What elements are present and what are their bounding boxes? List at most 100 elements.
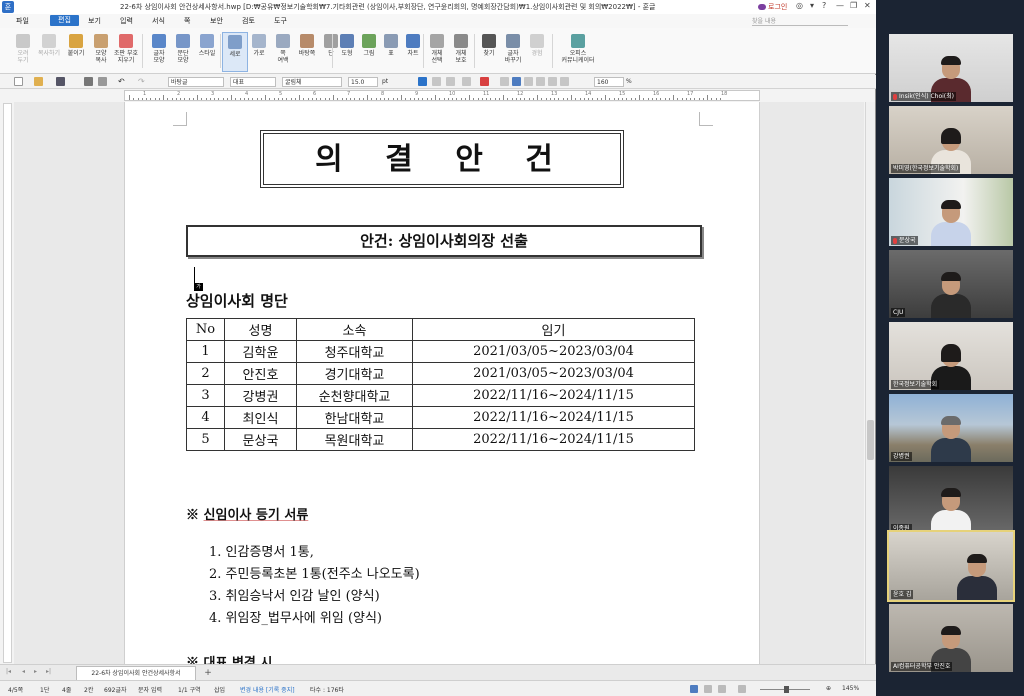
menu-page[interactable]: 쪽 (184, 16, 190, 26)
font-select[interactable]: 굴림체 (282, 77, 342, 87)
hwp-app-icon[interactable]: 훈 (2, 1, 14, 13)
view-fit-icon[interactable] (738, 685, 746, 693)
style-select[interactable]: 바탕글 (168, 77, 224, 87)
align-right-icon[interactable] (536, 77, 545, 86)
minimize-button[interactable]: — (836, 1, 844, 10)
brush-icon (94, 34, 108, 48)
menu-security[interactable]: 보안 (210, 16, 223, 26)
ruler-number: 18 (721, 91, 728, 97)
vertical-scrollbar[interactable] (865, 102, 875, 664)
status-insert[interactable]: 삽입 (214, 685, 225, 694)
align-left-icon[interactable] (512, 77, 521, 86)
view-web-icon[interactable] (704, 685, 712, 693)
menu-tools[interactable]: 도구 (274, 16, 287, 26)
font-color-icon[interactable] (480, 77, 489, 86)
zoom-icon[interactable]: ⊕ (826, 685, 831, 692)
ruler-tick (596, 98, 598, 100)
para-shape-button[interactable]: 문단 모양 (170, 32, 196, 72)
zoom-slider-handle[interactable] (784, 686, 789, 693)
redo-icon[interactable]: ↷ (138, 77, 145, 87)
ruler-tick (197, 95, 198, 100)
menu-format[interactable]: 서식 (152, 16, 165, 26)
menu-review[interactable]: 검토 (242, 16, 255, 26)
page-margin-button[interactable]: 쪽 여백 (270, 32, 296, 72)
strikethrough-icon[interactable] (462, 77, 471, 86)
maximize-button[interactable]: ❐ (850, 1, 857, 10)
ruler-tick (243, 98, 245, 100)
paste-button[interactable]: 붙이기 (63, 32, 89, 72)
ribbon-toggle-icon[interactable]: ▾ (810, 1, 814, 10)
participant-tile-active-speaker[interactable]: 윤호 김 (887, 530, 1015, 602)
font-unit-select[interactable]: pt (382, 77, 388, 87)
participant-tile[interactable]: 이종원 (889, 466, 1013, 534)
office-communicator-button[interactable]: 오피스 커뮤니케이터 (558, 32, 598, 72)
help-circle-icon[interactable]: ◎ (796, 1, 803, 10)
tab-nav-next-icon[interactable]: ▸ (34, 667, 37, 677)
participant-tile[interactable]: Insik(인식) Choi(최) (889, 34, 1013, 102)
portrait-button[interactable]: 세로 (222, 32, 248, 72)
menu-insert[interactable]: 입력 (120, 16, 133, 26)
save-icon[interactable] (56, 77, 65, 86)
master-page-button[interactable]: 바탕쪽 (294, 32, 320, 72)
align-justify-icon[interactable] (500, 77, 509, 86)
align-center-icon[interactable] (524, 77, 533, 86)
ruler-tick (426, 98, 428, 100)
zoom-input[interactable]: 160 (594, 77, 624, 87)
split-align-icon[interactable] (560, 77, 569, 86)
experience-button[interactable]: 경험 (524, 32, 550, 72)
menu-edit[interactable]: 편집 (50, 15, 79, 26)
style-button[interactable]: 스타일 (194, 32, 220, 72)
menu-view[interactable]: 보기 (88, 16, 101, 26)
italic-icon[interactable] (432, 77, 441, 86)
close-button[interactable]: ✕ (864, 1, 871, 10)
add-tab-button[interactable]: + (202, 666, 214, 680)
horizontal-ruler[interactable]: 1 2 3 4 5 6 7 8 9 10 11 12 13 14 15 16 17 18 (124, 90, 760, 101)
tab-nav-last-icon[interactable]: ▸| (46, 667, 51, 677)
status-bar: 4/5쪽 1단 4줄 2칸 692글자 문자 입력 1/1 구역 삽입 변경 내… (0, 680, 876, 696)
char-shape-button[interactable]: 글자 모양 (146, 32, 172, 72)
format-painter-button[interactable]: 모양 복사 (88, 32, 114, 72)
clear-codes-button[interactable]: 조판 부호 지우기 (113, 32, 139, 72)
help-icon[interactable]: ? (822, 1, 826, 10)
undo-icon[interactable]: ↶ (118, 77, 125, 87)
document-tab[interactable]: 22-6차 상임이사회 안건상세사항서 (76, 666, 196, 680)
replace-button[interactable]: 글자 바꾸기 (500, 32, 526, 72)
vertical-ruler[interactable] (3, 103, 12, 663)
status-track-changes[interactable]: 변경 내용 [기록 중지] (240, 685, 295, 694)
new-document-icon[interactable] (14, 77, 23, 86)
underline-icon[interactable] (446, 77, 455, 86)
participant-tile[interactable]: 한국정보기술학회 (889, 322, 1013, 390)
distribute-icon[interactable] (548, 77, 557, 86)
cut-button[interactable]: 오려 두기 (10, 32, 36, 72)
participant-tile[interactable]: CJU (889, 250, 1013, 318)
ruler-tick (575, 98, 577, 100)
cell-term: 2021/03/05~2023/03/04 (412, 340, 695, 363)
object-protect-button[interactable]: 개체 보호 (448, 32, 474, 72)
ribbon-search-input[interactable]: 찾을 내용 (752, 16, 848, 26)
tab-nav-first-icon[interactable]: |◂ (6, 667, 11, 677)
font-size-input[interactable]: 15.0 (348, 77, 378, 87)
zoom-unit-select[interactable]: % (626, 77, 632, 87)
ruler-number: 9 (415, 91, 419, 97)
landscape-button[interactable]: 가로 (246, 32, 272, 72)
language-select[interactable]: 대표 (230, 77, 276, 87)
view-outline-icon[interactable] (718, 685, 726, 693)
menu-file[interactable]: 파일 (16, 16, 29, 26)
scrollbar-thumb[interactable] (867, 420, 874, 460)
participant-tile[interactable]: 문상국 (889, 178, 1013, 246)
open-folder-icon[interactable] (34, 77, 43, 86)
view-normal-icon[interactable] (690, 685, 698, 693)
bold-icon[interactable] (418, 77, 427, 86)
participant-tile[interactable]: 강병권 (889, 394, 1013, 462)
object-select-button[interactable]: 개체 선택 (424, 32, 450, 72)
status-input-mode[interactable]: 문자 입력 (138, 685, 162, 694)
tab-nav-prev-icon[interactable]: ◂ (22, 667, 25, 677)
participant-tile[interactable]: 박미영(한국정보기술학회) (889, 106, 1013, 174)
login-button[interactable]: 로그인 (758, 2, 787, 12)
document-page[interactable]: 의 결 안 건 안건: 상임이사회의장 선출 가 상임이사회 명단 No 성명 … (124, 102, 760, 664)
copy-button[interactable]: 복사하기 (36, 32, 62, 72)
find-button[interactable]: 찾기 (476, 32, 502, 72)
print-icon[interactable] (84, 77, 93, 86)
participant-tile[interactable]: AI컴퓨터공학부 안진호 (889, 604, 1013, 672)
preview-icon[interactable] (98, 77, 107, 86)
